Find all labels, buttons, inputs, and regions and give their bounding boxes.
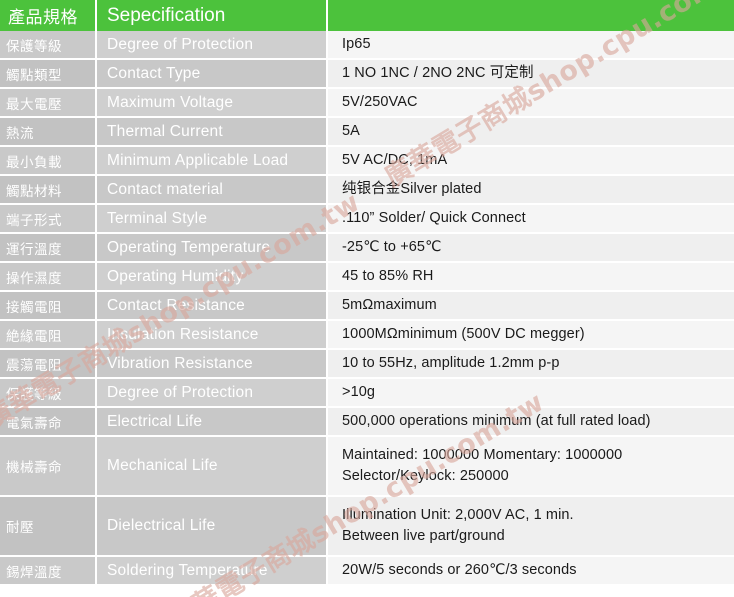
row-label-english: Soldering Temperature: [97, 557, 328, 586]
row-label-english: Maximum Voltage: [97, 89, 328, 118]
row-label-chinese: 端子形式: [0, 205, 97, 234]
row-label-chinese: 運行溫度: [0, 234, 97, 263]
row-value-line: Selector/Keylock: 250000: [342, 468, 509, 484]
row-label-chinese: 電氣壽命: [0, 408, 97, 437]
row-label-english: Minimum Applicable Load: [97, 147, 328, 176]
row-value: 10 to 55Hz, amplitude 1.2mm p-p: [328, 350, 734, 379]
row-value: >10g: [328, 379, 734, 408]
table-body: 保護等級 Degree of Protection Ip65 觸點類型 Contact …: [0, 31, 734, 586]
row-value-line: Between live part/ground: [342, 528, 505, 544]
row-value-line: Ip65: [342, 36, 371, 53]
row-label-english: Dielectrical Life: [97, 497, 328, 557]
table-row: 觸點材料 Contact material 纯银合金Silver plated: [0, 176, 734, 205]
row-value: .110” Solder/ Quick Connect: [328, 205, 734, 234]
row-label-english: Degree of Protection: [97, 379, 328, 408]
row-label-chinese: 最小負載: [0, 147, 97, 176]
table-row: 保護等級 Degree of Protection Ip65: [0, 31, 734, 60]
row-label-english: Contact material: [97, 176, 328, 205]
row-value-line: 5A: [342, 123, 360, 140]
table-row: 最大電壓 Maximum Voltage 5V/250VAC: [0, 89, 734, 118]
row-label-english: Contact Resistance: [97, 292, 328, 321]
row-label-chinese: 耐壓: [0, 497, 97, 557]
row-value-line: 500,000 operations minimum (at full rate…: [342, 413, 651, 430]
row-label-english: Thermal Current: [97, 118, 328, 147]
row-label-chinese: 操作濕度: [0, 263, 97, 292]
header-cell-chinese: 產品規格: [0, 0, 97, 31]
row-value: 5mΩmaximum: [328, 292, 734, 321]
table-row: 保護等級 Degree of Protection >10g: [0, 379, 734, 408]
row-value: Ip65: [328, 31, 734, 60]
table-row: 熱流 Thermal Current 5A: [0, 118, 734, 147]
row-value: 5A: [328, 118, 734, 147]
row-value-line: Illumination Unit: 2,000V AC, 1 min.: [342, 507, 574, 524]
row-label-chinese: 觸點類型: [0, 60, 97, 89]
row-value-line: 10 to 55Hz, amplitude 1.2mm p-p: [342, 355, 560, 372]
row-label-english: Terminal Style: [97, 205, 328, 234]
row-value: Maintained: 1000000 Momentary: 1000000 Se…: [328, 437, 734, 497]
table-row: 操作濕度 Operating Humidity 45 to 85% RH: [0, 263, 734, 292]
row-label-chinese: 接觸電阻: [0, 292, 97, 321]
row-label-chinese: 保護等級: [0, 31, 97, 60]
row-value-line: -25℃ to +65℃: [342, 239, 442, 256]
row-value: Illumination Unit: 2,000V AC, 1 min. Betw…: [328, 497, 734, 557]
table-row: 觸點類型 Contact Type 1 NO 1NC / 2NO 2NC 可定制: [0, 60, 734, 89]
row-value: 纯银合金Silver plated: [328, 176, 734, 205]
row-value: 20W/5 seconds or 260℃/3 seconds: [328, 557, 734, 586]
row-value-line: 5mΩmaximum: [342, 297, 437, 314]
row-value-line: .110” Solder/ Quick Connect: [342, 210, 526, 227]
row-label-english: Insulation Resistance: [97, 321, 328, 350]
table-row: 錫焊溫度 Soldering Temperature 20W/5 seconds o…: [0, 557, 734, 586]
table-header: 產品規格 Sepecification: [0, 0, 734, 31]
header-row: 產品規格 Sepecification: [0, 0, 734, 31]
row-value-line: 1000MΩminimum (500V DC megger): [342, 326, 585, 343]
row-value-line: 5V/250VAC: [342, 94, 418, 111]
table-row: 耐壓 Dielectrical Life Illumination Unit: 2,…: [0, 497, 734, 557]
row-value-line: 45 to 85% RH: [342, 268, 434, 285]
row-value-line: 20W/5 seconds or 260℃/3 seconds: [342, 562, 577, 579]
specification-table: 產品規格 Sepecification 保護等級 Degree of Protec…: [0, 0, 734, 586]
row-value-line: 5V AC/DC, 1mA: [342, 152, 448, 169]
row-label-chinese: 最大電壓: [0, 89, 97, 118]
row-value-line: Maintained: 1000000 Momentary: 1000000: [342, 447, 623, 464]
row-label-english: Electrical Life: [97, 408, 328, 437]
row-value: 500,000 operations minimum (at full rate…: [328, 408, 734, 437]
row-label-chinese: 絶緣電阻: [0, 321, 97, 350]
row-label-english: Operating Humidity: [97, 263, 328, 292]
row-label-chinese: 熱流: [0, 118, 97, 147]
row-value-line: >10g: [342, 384, 376, 401]
header-cell-specification: Sepecification: [97, 0, 328, 31]
row-label-english: Mechanical Life: [97, 437, 328, 497]
row-value: 1000MΩminimum (500V DC megger): [328, 321, 734, 350]
row-label-english: Operating Temperature: [97, 234, 328, 263]
row-value: 45 to 85% RH: [328, 263, 734, 292]
table-row: 運行溫度 Operating Temperature -25℃ to +65℃: [0, 234, 734, 263]
row-value: 1 NO 1NC / 2NO 2NC 可定制: [328, 60, 734, 89]
row-label-chinese: 錫焊溫度: [0, 557, 97, 586]
row-label-english: Vibration Resistance: [97, 350, 328, 379]
table-row: 絶緣電阻 Insulation Resistance 1000MΩminimum (…: [0, 321, 734, 350]
row-label-chinese: 觸點材料: [0, 176, 97, 205]
table-row: 震蕩電阻 Vibration Resistance 10 to 55Hz, ampl…: [0, 350, 734, 379]
row-value-line: 纯银合金Silver plated: [342, 181, 482, 198]
row-label-chinese: 震蕩電阻: [0, 350, 97, 379]
table-row: 電氣壽命 Electrical Life 500,000 operations mi…: [0, 408, 734, 437]
table-row: 機械壽命 Mechanical Life Maintained: 1000000 M…: [0, 437, 734, 497]
row-value: -25℃ to +65℃: [328, 234, 734, 263]
row-label-chinese: 機械壽命: [0, 437, 97, 497]
table-row: 最小負載 Minimum Applicable Load 5V AC/DC, 1mA: [0, 147, 734, 176]
row-value: 5V AC/DC, 1mA: [328, 147, 734, 176]
table-row: 接觸電阻 Contact Resistance 5mΩmaximum: [0, 292, 734, 321]
row-value: 5V/250VAC: [328, 89, 734, 118]
row-label-english: Degree of Protection: [97, 31, 328, 60]
row-label-chinese: 保護等級: [0, 379, 97, 408]
row-value-line: 1 NO 1NC / 2NO 2NC 可定制: [342, 65, 534, 82]
header-cell-value: [328, 0, 734, 31]
table-row: 端子形式 Terminal Style .110” Solder/ Quick Co…: [0, 205, 734, 234]
row-label-english: Contact Type: [97, 60, 328, 89]
